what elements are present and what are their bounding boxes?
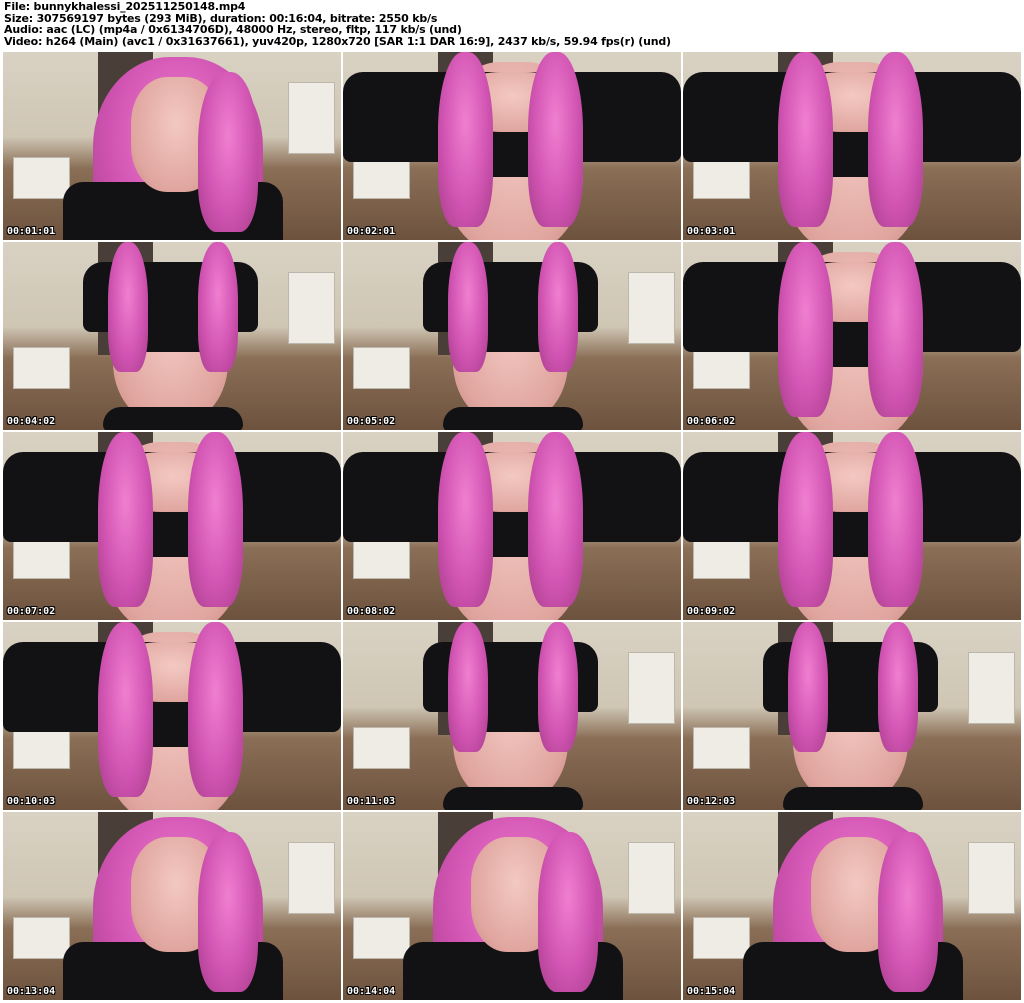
white-stand	[13, 727, 70, 769]
timestamp-label: 00:05:02	[347, 416, 396, 427]
timestamp-label: 00:07:02	[7, 606, 56, 617]
video-info-line: Video: h264 (Main) (avc1 / 0x31637661), …	[4, 35, 671, 48]
pink-hair	[778, 242, 833, 417]
hair-front	[878, 832, 938, 992]
video-thumbnail: 00:02:01	[343, 52, 681, 240]
file-name-line: File: bunnykhalessi_202511250148.mp4	[4, 1, 246, 13]
timestamp-label: 00:13:04	[7, 986, 56, 997]
pink-hair	[98, 432, 153, 607]
white-stand	[353, 917, 410, 959]
pink-hair-right	[528, 52, 583, 227]
video-thumbnail: 00:14:04	[343, 812, 681, 1000]
timestamp-label: 00:08:02	[347, 606, 396, 617]
timestamp-label: 00:06:02	[687, 416, 736, 427]
video-thumbnail: 00:03:01	[683, 52, 1021, 240]
timestamp-label: 00:15:04	[687, 986, 736, 997]
black-stockings	[443, 787, 583, 810]
white-stand	[13, 537, 70, 579]
pink-hair-right	[188, 432, 243, 607]
white-shelf	[968, 652, 1015, 724]
pink-hair	[108, 242, 148, 372]
pink-hair-right	[868, 52, 923, 227]
file-info-header: File: bunnykhalessi_202511250148.mp4 Siz…	[4, 1, 1020, 47]
white-shelf	[628, 652, 675, 724]
pink-hair-right	[878, 622, 918, 752]
pink-hair-right	[528, 432, 583, 607]
file-size-line: Size: 307569197 bytes (293 MiB), duratio…	[4, 12, 438, 25]
white-stand	[13, 917, 70, 959]
pink-hair	[438, 52, 493, 227]
video-thumbnail: 00:09:02	[683, 432, 1021, 620]
timestamp-label: 00:01:01	[7, 226, 56, 237]
white-shelf	[288, 272, 335, 344]
video-thumbnail: 00:11:03	[343, 622, 681, 810]
white-stand	[693, 157, 750, 199]
pink-hair	[778, 52, 833, 227]
pink-hair	[778, 432, 833, 607]
hair-front	[538, 832, 598, 992]
timestamp-label: 00:09:02	[687, 606, 736, 617]
black-stockings	[783, 787, 923, 810]
white-stand	[353, 537, 410, 579]
timestamp-label: 00:11:03	[347, 796, 396, 807]
timestamp-label: 00:02:01	[347, 226, 396, 237]
pink-hair	[448, 242, 488, 372]
white-stand	[353, 727, 410, 769]
video-thumbnail: 00:08:02	[343, 432, 681, 620]
thumbnail-grid: 00:01:01 00:02:01 00:03:01 00:04:02 00:05:02…	[0, 52, 1024, 1003]
white-stand	[353, 347, 410, 389]
timestamp-label: 00:04:02	[7, 416, 56, 427]
pink-hair-right	[538, 622, 578, 752]
black-stockings	[103, 407, 243, 430]
white-stand	[693, 917, 750, 959]
video-thumbnail: 00:06:02	[683, 242, 1021, 430]
timestamp-label: 00:03:01	[687, 226, 736, 237]
white-shelf	[288, 82, 335, 154]
timestamp-label: 00:10:03	[7, 796, 56, 807]
pink-hair-right	[868, 242, 923, 417]
white-shelf	[628, 842, 675, 914]
pink-hair	[438, 432, 493, 607]
video-thumbnail: 00:13:04	[3, 812, 341, 1000]
video-thumbnail: 00:01:01	[3, 52, 341, 240]
video-thumbnail: 00:12:03	[683, 622, 1021, 810]
video-thumbnail: 00:10:03	[3, 622, 341, 810]
white-shelf	[288, 842, 335, 914]
video-thumbnail: 00:15:04	[683, 812, 1021, 1000]
video-thumbnail: 00:07:02	[3, 432, 341, 620]
pink-hair-right	[188, 622, 243, 797]
white-stand	[693, 347, 750, 389]
white-shelf	[968, 842, 1015, 914]
white-shelf	[628, 272, 675, 344]
white-stand	[693, 727, 750, 769]
pink-hair-right	[538, 242, 578, 372]
timestamp-label: 00:12:03	[687, 796, 736, 807]
white-stand	[13, 157, 70, 199]
pink-hair	[448, 622, 488, 752]
video-thumbnail: 00:05:02	[343, 242, 681, 430]
hair-front	[198, 72, 258, 232]
white-stand	[693, 537, 750, 579]
black-stockings	[443, 407, 583, 430]
timestamp-label: 00:14:04	[347, 986, 396, 997]
pink-hair	[98, 622, 153, 797]
video-thumbnail: 00:04:02	[3, 242, 341, 430]
pink-hair-right	[198, 242, 238, 372]
pink-hair	[788, 622, 828, 752]
white-stand	[13, 347, 70, 389]
audio-info-line: Audio: aac (LC) (mp4a / 0x6134706D), 480…	[4, 24, 462, 36]
white-stand	[353, 157, 410, 199]
hair-front	[198, 832, 258, 992]
pink-hair-right	[868, 432, 923, 607]
